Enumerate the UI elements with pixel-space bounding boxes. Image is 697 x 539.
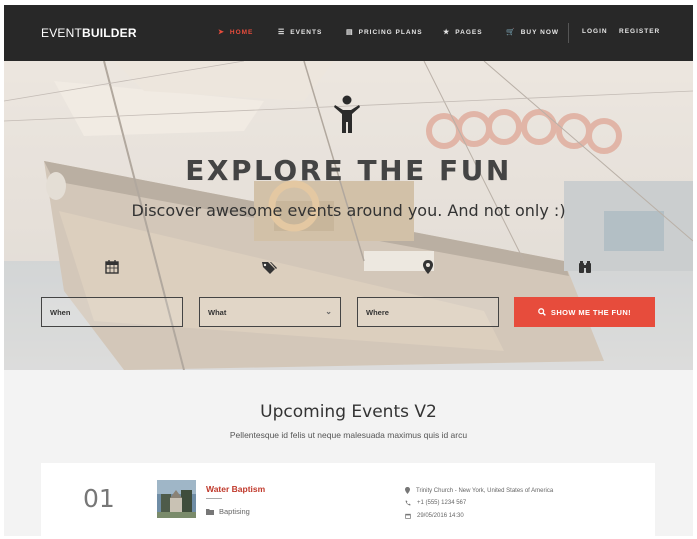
event-phone: +1 (555) 1234 567	[405, 500, 466, 506]
what-select[interactable]: What ⌄	[199, 297, 341, 327]
hero-subtitle: Discover awesome events around you. And …	[131, 201, 566, 220]
register-label: REGISTER	[619, 28, 661, 35]
chevron-down-icon: ⌄	[325, 307, 332, 316]
nav-item-home[interactable]: ➤ HOME	[218, 28, 254, 37]
search-icon	[538, 308, 546, 316]
event-location: Trinity Church - New York, United States…	[405, 487, 553, 494]
event-number: 01	[83, 484, 115, 513]
nav-item-events[interactable]: ☰ EVENTS	[278, 28, 323, 37]
menu-divider	[568, 23, 569, 43]
calendar-icon	[105, 260, 119, 274]
nav-item-home-label: HOME	[229, 28, 254, 36]
cart-icon: 🛒	[506, 29, 516, 36]
section-title: Upcoming Events V2	[260, 402, 437, 422]
logo-part-1: EVENT	[41, 26, 83, 40]
where-field-value: Where	[366, 308, 389, 317]
star-icon: ★	[443, 29, 451, 36]
event-card[interactable]: 01 Water Baptism Baptising Trinity Churc…	[41, 463, 655, 536]
nav-item-pages-label: PAGES	[455, 28, 483, 36]
event-name-underline	[206, 498, 222, 499]
event-datetime: 29/05/2016 14:30	[405, 513, 464, 519]
nav-item-pricing-label: PRICING PLANS	[358, 28, 423, 36]
folder-icon	[206, 509, 214, 515]
logo[interactable]: EVENTBUILDER	[41, 26, 137, 40]
nav-item-events-label: EVENTS	[290, 28, 323, 36]
login-link[interactable]: LOGIN	[582, 28, 608, 35]
when-field[interactable]: When	[41, 297, 183, 327]
event-image	[157, 480, 196, 518]
map-marker-icon	[423, 260, 433, 274]
map-marker-icon	[405, 487, 410, 494]
event-name[interactable]: Water Baptism	[206, 484, 265, 494]
event-category-label: Baptising	[219, 507, 250, 516]
what-select-value: What	[208, 308, 227, 317]
page-frame: EVENTBUILDER ➤ HOME ☰ EVENTS ▤ PRICING P…	[4, 5, 693, 536]
section-subtitle: Pellentesque id felis ut neque malesuada…	[229, 430, 468, 440]
hero-title: EXPLORE THE FUN	[185, 154, 512, 187]
nav-item-pricing-plans[interactable]: ▤ PRICING PLANS	[346, 28, 423, 37]
where-field[interactable]: Where	[357, 297, 499, 327]
hero-banner: EXPLORE THE FUN Discover awesome events …	[4, 61, 693, 370]
tags-icon	[262, 262, 277, 274]
register-link[interactable]: REGISTER	[619, 28, 660, 35]
show-me-the-fun-button[interactable]: SHOW ME THE FUN!	[514, 297, 655, 327]
event-category: Baptising	[206, 507, 250, 516]
event-datetime-label: 29/05/2016 14:30	[417, 513, 464, 519]
binoculars-icon	[579, 261, 591, 273]
top-navbar: EVENTBUILDER ➤ HOME ☰ EVENTS ▤ PRICING P…	[4, 5, 693, 61]
event-phone-label: +1 (555) 1234 567	[417, 500, 467, 506]
person-icon	[334, 95, 360, 133]
show-me-the-fun-label: SHOW ME THE FUN!	[550, 307, 632, 317]
document-icon: ▤	[346, 29, 354, 36]
phone-icon	[405, 500, 411, 506]
list-icon: ☰	[278, 29, 286, 36]
rocket-icon: ➤	[218, 29, 225, 36]
nav-item-buy-now[interactable]: 🛒 BUY NOW	[506, 28, 560, 37]
login-label: LOGIN	[582, 28, 608, 35]
nav-item-pages[interactable]: ★ PAGES	[443, 28, 483, 37]
when-field-value: When	[50, 308, 71, 317]
event-thumbnail[interactable]	[157, 480, 196, 518]
event-location-label: Trinity Church - New York, United States…	[416, 487, 554, 494]
nav-item-buy-now-label: BUY NOW	[520, 28, 560, 36]
calendar-icon	[405, 513, 411, 519]
logo-part-2: BUILDER	[82, 26, 137, 40]
